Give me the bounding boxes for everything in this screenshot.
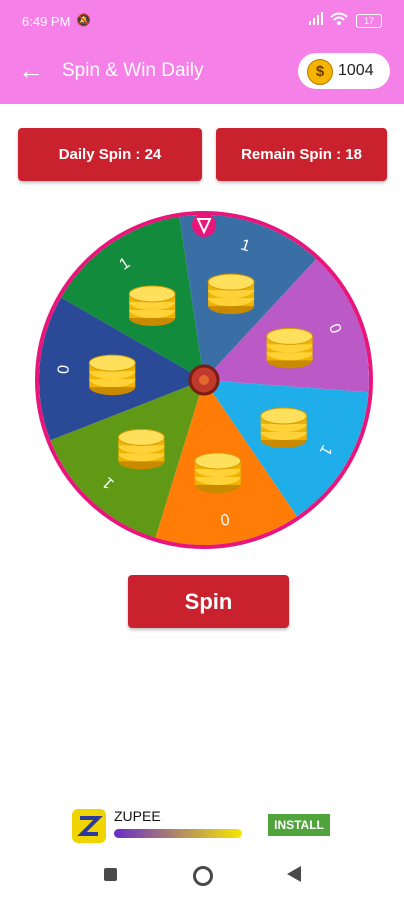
spin-wheel[interactable]: 1101010 xyxy=(34,210,374,550)
nav-bar xyxy=(0,852,404,900)
coin-icon: $ xyxy=(307,59,333,85)
ad-banner[interactable]: ZUPEE INSTALL xyxy=(56,800,348,850)
coin-stack-icon xyxy=(117,428,165,470)
zupee-logo xyxy=(72,809,106,843)
coin-stack-icon xyxy=(266,327,314,369)
ad-title: ZUPEE xyxy=(114,808,161,824)
coin-stack-icon xyxy=(207,273,255,315)
status-bar: 6:49 PM 🔕 17 xyxy=(0,0,404,42)
recent-apps-icon[interactable] xyxy=(104,868,117,881)
wheel-hub xyxy=(188,364,220,396)
coin-stack-icon xyxy=(260,407,308,449)
coin-stack-icon xyxy=(88,354,136,396)
coin-stack-icon xyxy=(194,452,242,494)
pointer-icon xyxy=(192,213,216,237)
status-time: 6:49 PM xyxy=(22,14,71,29)
app-bar: ← Spin & Win Daily $ 1004 xyxy=(0,42,404,104)
coin-balance: $ 1004 xyxy=(298,53,390,89)
coin-stack-icon xyxy=(128,285,176,327)
remain-spin-badge: Remain Spin : 18 xyxy=(216,128,387,181)
nav-back-icon[interactable] xyxy=(287,866,301,882)
wheel-segment-label: 0 xyxy=(55,364,73,374)
ad-progress-bar xyxy=(114,829,242,838)
wifi-icon xyxy=(330,12,348,25)
page-title: Spin & Win Daily xyxy=(62,60,204,81)
battery-icon: 17 xyxy=(356,14,382,28)
daily-spin-badge: Daily Spin : 24 xyxy=(18,128,202,181)
spin-button[interactable]: Spin xyxy=(128,575,289,628)
coin-count: 1004 xyxy=(338,62,374,79)
install-button[interactable]: INSTALL xyxy=(268,814,330,836)
muted-bell-icon: 🔕 xyxy=(76,13,91,27)
home-icon[interactable] xyxy=(193,866,213,886)
back-arrow-icon[interactable]: ← xyxy=(18,56,48,86)
signal-icon xyxy=(309,12,323,25)
